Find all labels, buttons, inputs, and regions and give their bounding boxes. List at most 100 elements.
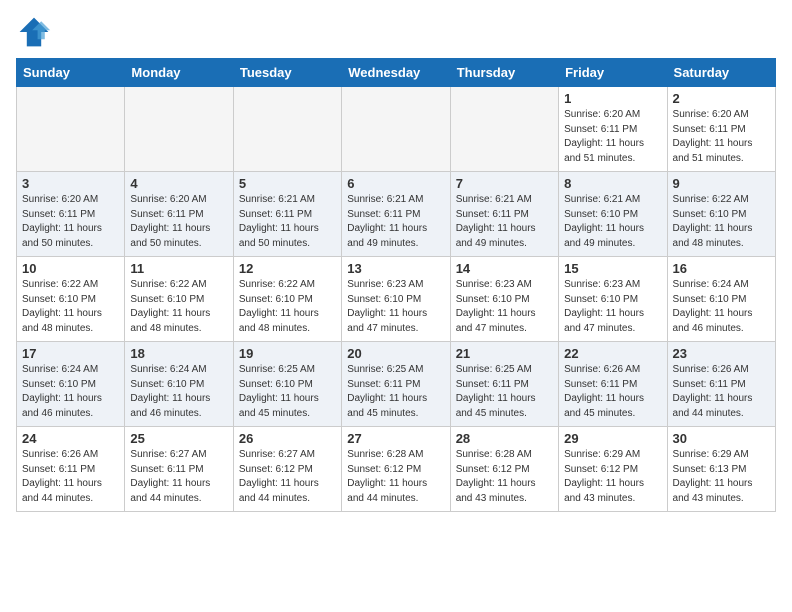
- day-info: Sunrise: 6:26 AM Sunset: 6:11 PM Dayligh…: [673, 363, 770, 421]
- day-number: 27: [347, 431, 444, 446]
- calendar-cell: 24 Sunrise: 6:26 AM Sunset: 6:11 PM Dayli…: [17, 427, 125, 512]
- calendar-cell: 15Sunrise: 6:23 AM Sunset: 6:10 PM Dayli…: [559, 257, 667, 342]
- day-number: 13: [347, 261, 444, 276]
- weekday-header-friday: Friday: [559, 59, 667, 87]
- calendar-cell: [342, 87, 450, 172]
- day-info: Sunrise: 6:22 AM Sunset: 6:10 PM Dayligh…: [130, 278, 227, 336]
- day-info: Sunrise: 6:22 AM Sunset: 6:10 PM Dayligh…: [239, 278, 336, 336]
- day-info: Sunrise: 6:26 AM Sunset: 6:11 PM Dayligh…: [564, 363, 661, 421]
- calendar-cell: 8 Sunrise: 6:21 AM Sunset: 6:10 PM Daylig…: [559, 172, 667, 257]
- day-info: Sunrise: 6:24 AM Sunset: 6:10 PM Dayligh…: [22, 363, 119, 421]
- calendar-body: 1 Sunrise: 6:20 AM Sunset: 6:11 PM Daylig…: [17, 87, 776, 512]
- day-info: Sunrise: 6:21 AM Sunset: 6:11 PM Dayligh…: [239, 193, 336, 251]
- day-info: Sunrise: 6:27 AM Sunset: 6:11 PM Dayligh…: [130, 448, 227, 506]
- calendar-cell: 13 Sunrise: 6:23 AM Sunset: 6:10 PM Dayli…: [342, 257, 450, 342]
- day-number: 14: [456, 261, 553, 276]
- weekday-header-row: SundayMondayTuesdayWednesdayThursdayFrid…: [17, 59, 776, 87]
- day-number: 22: [564, 346, 661, 361]
- page: SundayMondayTuesdayWednesdayThursdayFrid…: [0, 0, 792, 522]
- day-number: 12: [239, 261, 336, 276]
- weekday-header-thursday: Thursday: [450, 59, 558, 87]
- day-number: 3: [22, 176, 119, 191]
- day-info: Sunrise: 6:29 AM Sunset: 6:12 PM Dayligh…: [564, 448, 661, 506]
- day-number: 23: [673, 346, 770, 361]
- header: [16, 10, 776, 50]
- day-info: Sunrise: 6:25 AM Sunset: 6:10 PM Dayligh…: [239, 363, 336, 421]
- calendar-cell: 29 Sunrise: 6:29 AM Sunset: 6:12 PM Dayli…: [559, 427, 667, 512]
- day-number: 26: [239, 431, 336, 446]
- day-number: 6: [347, 176, 444, 191]
- day-number: 17: [22, 346, 119, 361]
- day-info: Sunrise: 6:21 AM Sunset: 6:11 PM Dayligh…: [347, 193, 444, 251]
- day-number: 29: [564, 431, 661, 446]
- day-info: Sunrise: 6:28 AM Sunset: 6:12 PM Dayligh…: [347, 448, 444, 506]
- calendar-cell: 30 Sunrise: 6:29 AM Sunset: 6:13 PM Dayli…: [667, 427, 775, 512]
- day-number: 28: [456, 431, 553, 446]
- calendar-cell: 17 Sunrise: 6:24 AM Sunset: 6:10 PM Dayli…: [17, 342, 125, 427]
- calendar-header: SundayMondayTuesdayWednesdayThursdayFrid…: [17, 59, 776, 87]
- day-info: Sunrise: 6:20 AM Sunset: 6:11 PM Dayligh…: [564, 108, 661, 166]
- calendar-cell: 23 Sunrise: 6:26 AM Sunset: 6:11 PM Dayli…: [667, 342, 775, 427]
- calendar-cell: 21 Sunrise: 6:25 AM Sunset: 6:11 PM Dayli…: [450, 342, 558, 427]
- calendar-week-1: 1 Sunrise: 6:20 AM Sunset: 6:11 PM Daylig…: [17, 87, 776, 172]
- day-number: 11: [130, 261, 227, 276]
- day-info: Sunrise: 6:20 AM Sunset: 6:11 PM Dayligh…: [22, 193, 119, 251]
- weekday-header-saturday: Saturday: [667, 59, 775, 87]
- day-number: 1: [564, 91, 661, 106]
- calendar-cell: 20 Sunrise: 6:25 AM Sunset: 6:11 PM Dayli…: [342, 342, 450, 427]
- weekday-header-sunday: Sunday: [17, 59, 125, 87]
- day-number: 19: [239, 346, 336, 361]
- calendar-week-4: 17 Sunrise: 6:24 AM Sunset: 6:10 PM Dayli…: [17, 342, 776, 427]
- weekday-header-monday: Monday: [125, 59, 233, 87]
- calendar-cell: [450, 87, 558, 172]
- day-number: 18: [130, 346, 227, 361]
- calendar-cell: [233, 87, 341, 172]
- calendar-cell: 18 Sunrise: 6:24 AM Sunset: 6:10 PM Dayli…: [125, 342, 233, 427]
- calendar-cell: 19 Sunrise: 6:25 AM Sunset: 6:10 PM Dayli…: [233, 342, 341, 427]
- day-number: 8: [564, 176, 661, 191]
- day-info: Sunrise: 6:21 AM Sunset: 6:10 PM Dayligh…: [564, 193, 661, 251]
- day-number: 9: [673, 176, 770, 191]
- calendar-cell: 14 Sunrise: 6:23 AM Sunset: 6:10 PM Dayli…: [450, 257, 558, 342]
- day-info: Sunrise: 6:23 AM Sunset: 6:10 PM Dayligh…: [456, 278, 553, 336]
- day-info: Sunrise: 6:20 AM Sunset: 6:11 PM Dayligh…: [673, 108, 770, 166]
- day-number: 16: [673, 261, 770, 276]
- calendar-cell: 10Sunrise: 6:22 AM Sunset: 6:10 PM Dayli…: [17, 257, 125, 342]
- calendar-cell: 7 Sunrise: 6:21 AM Sunset: 6:11 PM Daylig…: [450, 172, 558, 257]
- calendar-cell: 5Sunrise: 6:21 AM Sunset: 6:11 PM Daylig…: [233, 172, 341, 257]
- day-info: Sunrise: 6:21 AM Sunset: 6:11 PM Dayligh…: [456, 193, 553, 251]
- day-number: 20: [347, 346, 444, 361]
- calendar-cell: 28 Sunrise: 6:28 AM Sunset: 6:12 PM Dayli…: [450, 427, 558, 512]
- logo-icon: [16, 14, 52, 50]
- day-info: Sunrise: 6:26 AM Sunset: 6:11 PM Dayligh…: [22, 448, 119, 506]
- day-info: Sunrise: 6:23 AM Sunset: 6:10 PM Dayligh…: [347, 278, 444, 336]
- day-number: 24: [22, 431, 119, 446]
- calendar-cell: 16Sunrise: 6:24 AM Sunset: 6:10 PM Dayli…: [667, 257, 775, 342]
- day-info: Sunrise: 6:27 AM Sunset: 6:12 PM Dayligh…: [239, 448, 336, 506]
- day-info: Sunrise: 6:25 AM Sunset: 6:11 PM Dayligh…: [347, 363, 444, 421]
- weekday-header-tuesday: Tuesday: [233, 59, 341, 87]
- day-info: Sunrise: 6:28 AM Sunset: 6:12 PM Dayligh…: [456, 448, 553, 506]
- day-info: Sunrise: 6:25 AM Sunset: 6:11 PM Dayligh…: [456, 363, 553, 421]
- day-info: Sunrise: 6:29 AM Sunset: 6:13 PM Dayligh…: [673, 448, 770, 506]
- calendar-week-5: 24 Sunrise: 6:26 AM Sunset: 6:11 PM Dayli…: [17, 427, 776, 512]
- day-info: Sunrise: 6:20 AM Sunset: 6:11 PM Dayligh…: [130, 193, 227, 251]
- day-number: 25: [130, 431, 227, 446]
- calendar-cell: [17, 87, 125, 172]
- day-number: 7: [456, 176, 553, 191]
- day-number: 30: [673, 431, 770, 446]
- day-info: Sunrise: 6:22 AM Sunset: 6:10 PM Dayligh…: [22, 278, 119, 336]
- day-number: 4: [130, 176, 227, 191]
- calendar-cell: 22 Sunrise: 6:26 AM Sunset: 6:11 PM Dayli…: [559, 342, 667, 427]
- calendar-cell: 11 Sunrise: 6:22 AM Sunset: 6:10 PM Dayli…: [125, 257, 233, 342]
- calendar-cell: 27 Sunrise: 6:28 AM Sunset: 6:12 PM Dayli…: [342, 427, 450, 512]
- calendar-cell: 1 Sunrise: 6:20 AM Sunset: 6:11 PM Daylig…: [559, 87, 667, 172]
- day-info: Sunrise: 6:24 AM Sunset: 6:10 PM Dayligh…: [130, 363, 227, 421]
- calendar: SundayMondayTuesdayWednesdayThursdayFrid…: [16, 58, 776, 512]
- calendar-cell: 3 Sunrise: 6:20 AM Sunset: 6:11 PM Daylig…: [17, 172, 125, 257]
- calendar-cell: 25 Sunrise: 6:27 AM Sunset: 6:11 PM Dayli…: [125, 427, 233, 512]
- day-number: 21: [456, 346, 553, 361]
- calendar-week-3: 10Sunrise: 6:22 AM Sunset: 6:10 PM Dayli…: [17, 257, 776, 342]
- day-info: Sunrise: 6:22 AM Sunset: 6:10 PM Dayligh…: [673, 193, 770, 251]
- day-info: Sunrise: 6:23 AM Sunset: 6:10 PM Dayligh…: [564, 278, 661, 336]
